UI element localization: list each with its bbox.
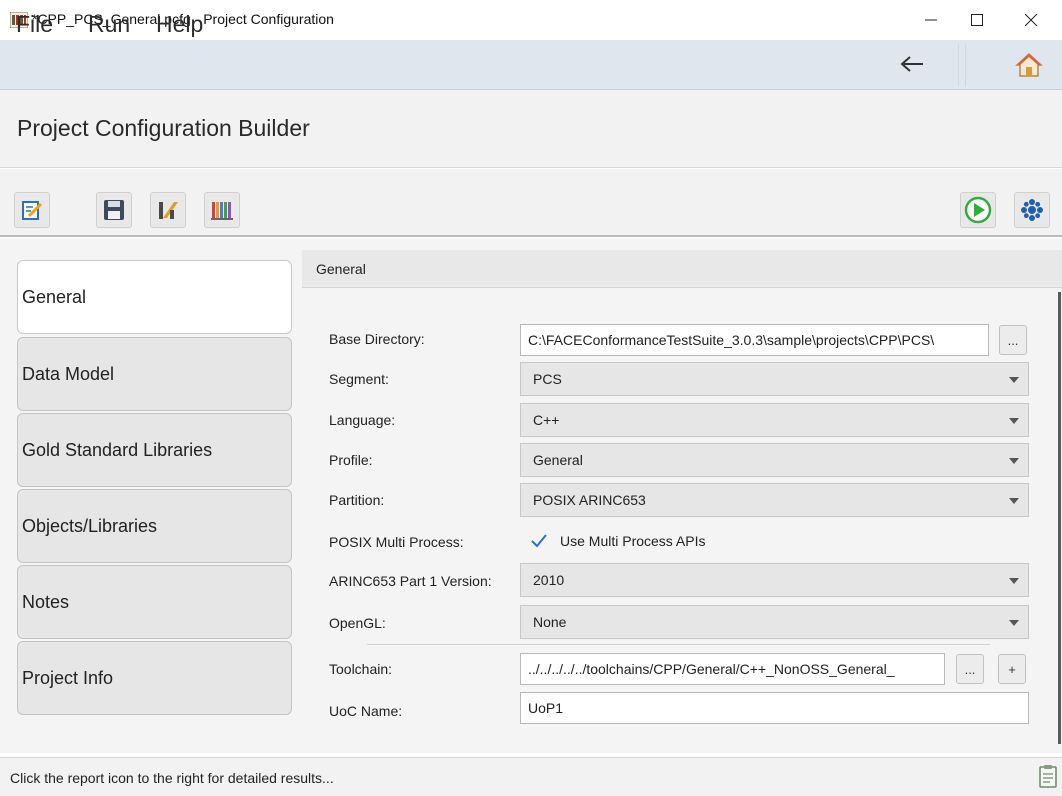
arinc-version-label: ARINC653 Part 1 Version:	[329, 573, 492, 589]
build-button[interactable]	[150, 192, 186, 228]
chevron-down-icon	[1009, 578, 1019, 584]
section-title: General	[316, 261, 366, 277]
tab-gold-standard-libraries[interactable]: Gold Standard Libraries	[17, 413, 292, 487]
toolchain-add-button[interactable]: +	[998, 654, 1026, 684]
base-directory-browse-button[interactable]: ...	[999, 325, 1027, 355]
tab-project-info[interactable]: Project Info	[17, 641, 292, 715]
home-icon[interactable]	[1014, 50, 1044, 80]
profile-label: Profile:	[329, 452, 373, 468]
opengl-dropdown[interactable]: None	[520, 605, 1029, 639]
tab-objects-libraries[interactable]: Objects/Libraries	[17, 489, 292, 563]
settings-icon	[1021, 199, 1043, 221]
language-value: C++	[533, 412, 560, 428]
library-button[interactable]	[204, 192, 240, 228]
partition-label: Partition:	[329, 492, 385, 508]
profile-dropdown[interactable]: General	[520, 443, 1029, 477]
save-icon	[104, 200, 124, 220]
chevron-down-icon	[1009, 458, 1019, 464]
edit-icon	[22, 201, 43, 220]
close-icon	[1025, 14, 1037, 26]
chevron-down-icon	[1009, 620, 1019, 626]
uoc-name-field[interactable]: UoP1	[520, 692, 1029, 724]
status-text: Click the report icon to the right for d…	[10, 770, 334, 786]
segment-label: Segment:	[329, 371, 389, 387]
toolchain-label: Toolchain:	[329, 661, 393, 677]
toolchain-field[interactable]: ../../../../../toolchains/CPP/General/C+…	[520, 653, 945, 685]
scrollbar[interactable]	[1058, 292, 1061, 744]
arinc-version-dropdown[interactable]: 2010	[520, 563, 1029, 597]
menu-divider	[958, 44, 966, 86]
close-button[interactable]	[1008, 0, 1054, 40]
section-header	[302, 250, 1062, 288]
chevron-down-icon	[1009, 498, 1019, 504]
menu-help[interactable]: Help	[156, 11, 203, 38]
run-button[interactable]	[960, 192, 996, 228]
tab-notes[interactable]: Notes	[17, 565, 292, 639]
uoc-name-label: UoC Name:	[329, 703, 403, 719]
language-dropdown[interactable]: C++	[520, 403, 1029, 437]
maximize-button[interactable]	[954, 0, 1000, 40]
partition-dropdown[interactable]: POSIX ARINC653	[520, 483, 1029, 517]
opengl-label: OpenGL:	[329, 615, 386, 631]
tab-data-model[interactable]: Data Model	[17, 337, 292, 411]
menu-run[interactable]: Run	[88, 11, 130, 38]
arinc-version-value: 2010	[533, 572, 565, 588]
segment-dropdown[interactable]: PCS	[520, 362, 1029, 396]
page-title: Project Configuration Builder	[17, 115, 310, 141]
edit-button[interactable]	[14, 192, 50, 228]
report-icon[interactable]	[1038, 764, 1058, 788]
build-icon	[159, 202, 178, 219]
library-icon	[211, 202, 233, 220]
minimize-button[interactable]	[908, 0, 954, 40]
maximize-icon	[971, 14, 983, 26]
tab-general[interactable]: General	[17, 260, 292, 334]
divider	[367, 644, 990, 645]
language-label: Language:	[329, 412, 396, 428]
base-directory-label: Base Directory:	[329, 331, 425, 347]
checkmark-icon	[528, 530, 550, 552]
chevron-down-icon	[1009, 418, 1019, 424]
save-button[interactable]	[96, 192, 132, 228]
minimize-icon	[925, 19, 937, 21]
run-icon	[964, 196, 992, 224]
base-directory-field[interactable]: C:\FACEConformanceTestSuite_3.0.3\sample…	[520, 324, 989, 356]
chevron-down-icon	[1009, 377, 1019, 383]
profile-value: General	[533, 452, 583, 468]
toolchain-browse-button[interactable]: ...	[956, 654, 984, 684]
settings-button[interactable]	[1014, 192, 1050, 228]
posix-multi-process-label: POSIX Multi Process:	[329, 534, 464, 550]
multi-process-checkbox[interactable]: Use Multi Process APIs	[528, 530, 706, 552]
multi-process-checkbox-label: Use Multi Process APIs	[560, 533, 706, 549]
partition-value: POSIX ARINC653	[533, 492, 646, 508]
segment-value: PCS	[533, 371, 562, 387]
back-arrow-icon[interactable]	[896, 50, 928, 78]
opengl-value: None	[533, 614, 567, 630]
menu-file[interactable]: File	[16, 11, 53, 38]
